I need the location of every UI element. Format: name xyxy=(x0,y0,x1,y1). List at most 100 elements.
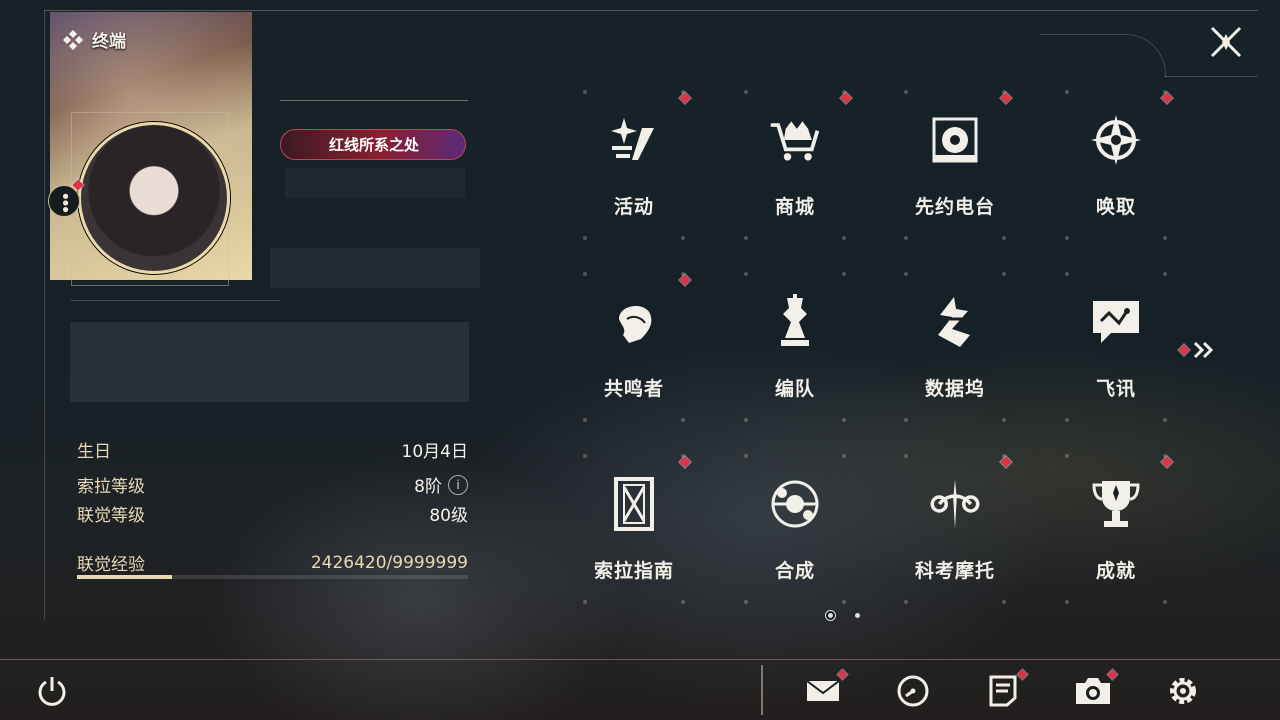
menu-cell-corner xyxy=(904,90,908,94)
menu-cell-corner xyxy=(1065,418,1069,422)
notification-badge xyxy=(679,92,691,104)
menu-cell-corner xyxy=(583,272,587,276)
stat-row-birthday: 生日 10月4日 xyxy=(77,437,468,462)
bottom-bar-divider xyxy=(0,659,1280,660)
diamond-logo-icon xyxy=(63,29,83,50)
menu-cell-corner xyxy=(1065,272,1069,276)
stat-value: 80级 xyxy=(429,506,468,526)
bottom-bar-separator xyxy=(761,665,763,715)
menu-item-sparkle[interactable]: 活动 xyxy=(559,90,709,240)
mail-icon xyxy=(806,680,840,701)
notification-badge xyxy=(1161,456,1173,468)
info-icon[interactable]: i xyxy=(448,474,468,495)
menu-cell-corner xyxy=(904,236,908,240)
menu-cell-corner xyxy=(744,90,748,94)
clock-icon xyxy=(897,675,929,707)
menu-item-guide-book[interactable]: 索拉指南 xyxy=(559,454,709,604)
camera-button[interactable] xyxy=(1074,669,1118,710)
more-options-button[interactable]: ••• xyxy=(48,185,80,217)
next-page-button[interactable] xyxy=(1178,340,1216,360)
radio-icon xyxy=(927,112,983,168)
menu-cell-corner xyxy=(842,600,846,604)
notice-button[interactable] xyxy=(984,669,1028,710)
power-button[interactable] xyxy=(35,674,69,708)
menu-item-label: 数据坞 xyxy=(924,378,985,400)
menu-cell-corner xyxy=(583,418,587,422)
message-chat-icon xyxy=(1088,294,1144,350)
mail-button[interactable] xyxy=(804,669,848,710)
experience-progress-fill xyxy=(77,575,172,579)
divider xyxy=(280,100,468,101)
menu-item-shopping-cart[interactable]: 商城 xyxy=(720,90,870,240)
title-badge-label: 红线所系之处 xyxy=(329,136,420,154)
motorcycle-icon xyxy=(927,476,983,532)
stat-value: 8阶 xyxy=(414,477,442,497)
page-dot-2[interactable] xyxy=(855,613,860,618)
menu-cell-corner xyxy=(1065,90,1069,94)
sparkle-icon xyxy=(606,112,662,168)
menu-cell-corner xyxy=(1065,600,1069,604)
title-badge[interactable]: 红线所系之处 xyxy=(280,129,466,160)
menu-cell-corner xyxy=(1163,418,1167,422)
stat-row-experience: 联觉经验 2426420/9999999 xyxy=(77,550,468,576)
menu-cell-corner xyxy=(681,236,685,240)
compass-star-icon xyxy=(1088,112,1144,168)
menu-item-synthesis[interactable]: 合成 xyxy=(720,454,870,604)
frame-curve xyxy=(1040,34,1166,77)
clock-button[interactable] xyxy=(894,672,932,710)
page-dot-1[interactable] xyxy=(828,613,833,618)
avatar[interactable] xyxy=(78,122,230,274)
experience-progress-bar xyxy=(77,575,468,579)
menu-cell-corner xyxy=(904,600,908,604)
menu-cell-corner xyxy=(744,454,748,458)
menu-item-data-dock[interactable]: 数据坞 xyxy=(880,272,1030,422)
menu-item-label: 飞讯 xyxy=(1095,378,1136,400)
menu-cell-corner xyxy=(842,272,846,276)
menu-item-label: 唤取 xyxy=(1095,196,1136,218)
menu-cell-corner xyxy=(583,600,587,604)
menu-cell-corner xyxy=(744,600,748,604)
notification-badge xyxy=(679,456,691,468)
menu-cell-corner xyxy=(1002,272,1006,276)
menu-cell-corner xyxy=(583,236,587,240)
menu-item-motorcycle[interactable]: 科考摩托 xyxy=(880,454,1030,604)
notice-badge xyxy=(1017,669,1028,680)
menu-cell-corner xyxy=(1163,600,1167,604)
menu-cell-corner xyxy=(1163,236,1167,240)
menu-item-label: 编队 xyxy=(774,378,815,400)
menu-item-character[interactable]: 共鸣者 xyxy=(559,272,709,422)
signature-box[interactable] xyxy=(70,322,469,402)
frame-top-line xyxy=(44,10,1258,11)
character-icon xyxy=(606,294,662,350)
notification-badge xyxy=(1000,456,1012,468)
menu-cell-corner xyxy=(904,272,908,276)
menu-item-trophy[interactable]: 成就 xyxy=(1041,454,1191,604)
terminal-header: 终端 xyxy=(62,27,126,52)
divider xyxy=(70,300,280,301)
menu-cell-corner xyxy=(1002,418,1006,422)
notification-badge xyxy=(1000,92,1012,104)
menu-cell-corner xyxy=(1065,454,1069,458)
stat-value: 10月4日 xyxy=(401,442,468,462)
settings-button[interactable] xyxy=(1164,672,1202,710)
menu-cell-corner xyxy=(842,454,846,458)
menu-item-label: 先约电台 xyxy=(914,196,995,218)
menu-item-radio[interactable]: 先约电台 xyxy=(880,90,1030,240)
menu-item-label: 成就 xyxy=(1095,560,1136,582)
close-button[interactable] xyxy=(1206,22,1246,62)
menu-item-label: 索拉指南 xyxy=(593,560,674,582)
menu-item-label: 共鸣者 xyxy=(603,378,664,400)
menu-cell-corner xyxy=(842,418,846,422)
double-chevron-right-icon xyxy=(1193,341,1214,359)
menu-cell-corner xyxy=(1002,236,1006,240)
data-dock-icon xyxy=(927,294,983,350)
menu-item-chess-piece[interactable]: 编队 xyxy=(720,272,870,422)
camera-icon xyxy=(1076,678,1110,704)
power-icon xyxy=(38,677,66,706)
trophy-icon xyxy=(1088,476,1144,532)
settings-gear-icon xyxy=(1170,678,1196,704)
menu-cell-corner xyxy=(1065,236,1069,240)
menu-item-message-chat[interactable]: 飞讯 xyxy=(1041,272,1191,422)
guide-book-icon xyxy=(606,476,662,532)
menu-item-compass-star[interactable]: 唤取 xyxy=(1041,90,1191,240)
